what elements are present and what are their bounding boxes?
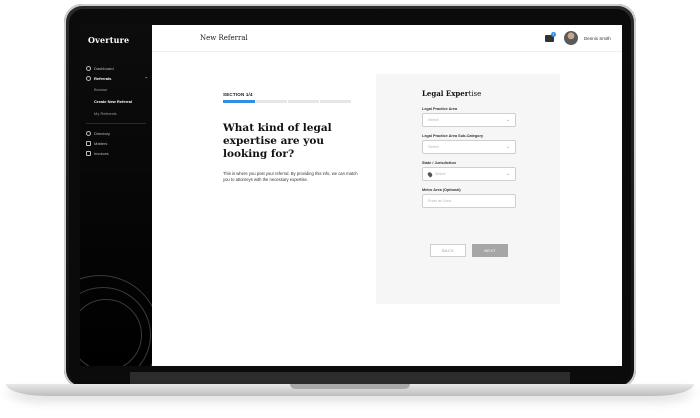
location-pin-icon bbox=[426, 170, 434, 178]
form-title-bold: Legal Exper bbox=[422, 89, 469, 98]
progress-fill bbox=[223, 100, 255, 103]
field-label-practice-sub-category: Legal Practice Area Sub-Category bbox=[422, 134, 484, 138]
chevron-down-icon: ⌄ bbox=[505, 117, 510, 123]
next-button[interactable]: NEXT bbox=[472, 244, 508, 257]
app-screen: Overture Dashboard Referrals ⌃ Browse Cr… bbox=[80, 25, 622, 366]
sidebar-subitem-create-new-referral[interactable]: Create New Referral bbox=[86, 95, 150, 107]
input-placeholder: Enter an Area bbox=[428, 199, 452, 203]
sidebar: Overture Dashboard Referrals ⌃ Browse Cr… bbox=[80, 25, 152, 366]
invoices-icon bbox=[86, 150, 91, 156]
section-question: What kind of legal expertise are you loo… bbox=[223, 122, 332, 160]
avatar[interactable] bbox=[564, 31, 578, 45]
sidebar-item-referrals[interactable]: Referrals ⌃ bbox=[86, 73, 150, 83]
main-content: SECTION 1/4 What kind of legal expertise… bbox=[152, 52, 622, 366]
user-name[interactable]: Dennis Smith bbox=[584, 36, 611, 41]
laptop-mockup: Overture Dashboard Referrals ⌃ Browse Cr… bbox=[0, 0, 700, 418]
sidebar-item-matters[interactable]: Matters bbox=[86, 138, 150, 148]
section-progress-bar bbox=[223, 100, 351, 103]
sidebar-item-label: Invoices bbox=[94, 150, 109, 156]
matters-icon bbox=[86, 140, 91, 146]
sidebar-item-invoices[interactable]: Invoices bbox=[86, 148, 150, 158]
chevron-down-icon: ⌄ bbox=[505, 171, 510, 177]
form-title: Legal Expertise bbox=[422, 89, 481, 98]
dashboard-icon bbox=[86, 65, 91, 71]
referrals-icon bbox=[86, 75, 91, 81]
chevron-down-icon: ⌄ bbox=[505, 144, 510, 150]
legal-expertise-form: Legal Expertise Legal Practice Area Sele… bbox=[376, 74, 560, 304]
laptop-notch bbox=[290, 384, 410, 389]
sidebar-subitem-my-referrals[interactable]: My Referrals bbox=[86, 107, 150, 119]
select-placeholder: Select bbox=[428, 145, 439, 149]
sidebar-item-dashboard[interactable]: Dashboard bbox=[86, 63, 150, 73]
select-placeholder: Select bbox=[435, 172, 446, 176]
page-title: New Referral bbox=[200, 34, 248, 42]
sidebar-item-label: Directory bbox=[94, 130, 111, 136]
select-placeholder: Select bbox=[428, 118, 439, 122]
directory-icon bbox=[86, 130, 91, 136]
sidebar-item-label: Dashboard bbox=[94, 65, 114, 71]
form-title-light: tise bbox=[468, 90, 482, 98]
sidebar-item-label: Referrals bbox=[94, 75, 112, 81]
field-label-metro-area: Metro Area (Optional) bbox=[422, 188, 461, 192]
top-bar: New Referral 1 Dennis Smith bbox=[152, 25, 622, 52]
laptop-screen-bottom-bar bbox=[130, 372, 570, 384]
practice-area-select[interactable]: Select ⌄ bbox=[422, 113, 516, 127]
state-jurisdiction-select[interactable]: Select ⌄ bbox=[422, 167, 516, 181]
progress-divider bbox=[319, 100, 320, 103]
sidebar-item-label: Matters bbox=[94, 140, 108, 146]
sidebar-subitem-browse[interactable]: Browse bbox=[86, 83, 150, 95]
chevron-up-icon: ⌃ bbox=[144, 75, 148, 81]
sidebar-item-directory[interactable]: Directory bbox=[86, 128, 150, 138]
progress-divider bbox=[255, 100, 256, 103]
metro-area-input[interactable]: Enter an Area bbox=[422, 194, 516, 208]
field-label-practice-area: Legal Practice Area bbox=[422, 107, 458, 111]
progress-divider bbox=[287, 100, 288, 103]
sidebar-divider bbox=[86, 123, 146, 124]
sidebar-nav: Dashboard Referrals ⌃ Browse Create New … bbox=[86, 63, 150, 158]
brand-logo[interactable]: Overture bbox=[88, 35, 129, 45]
section-description: This is where you post your referral. By… bbox=[223, 171, 358, 182]
section-label: SECTION 1/4 bbox=[223, 92, 253, 97]
notification-badge: 1 bbox=[551, 32, 556, 37]
back-button[interactable]: BACK bbox=[430, 244, 466, 257]
field-label-state-jurisdiction: State / Jurisdiction bbox=[422, 161, 456, 165]
practice-sub-category-select[interactable]: Select ⌄ bbox=[422, 140, 516, 154]
